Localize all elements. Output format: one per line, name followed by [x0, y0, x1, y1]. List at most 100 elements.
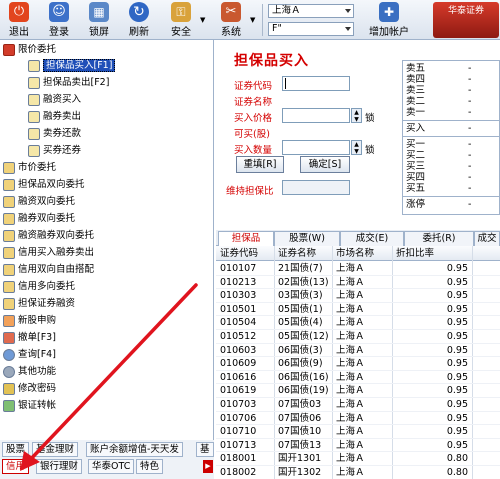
col-market[interactable]: 市场名称 — [336, 247, 374, 261]
cell-market: 上海Ａ — [336, 358, 365, 370]
col-ratio[interactable]: 折扣比率 — [396, 247, 434, 261]
system-button[interactable]: ✂ 系统 — [214, 2, 248, 38]
chevron-down-icon — [345, 9, 351, 13]
tab-featured[interactable]: 特色 — [136, 459, 164, 474]
price-lock[interactable]: 锁 — [365, 110, 375, 124]
lock-screen-button[interactable]: ▦ 锁屏 — [82, 2, 116, 38]
tree-label: 融券双向委托 — [18, 213, 76, 224]
table-row[interactable]: 010710 07国债10 上海Ａ 0.95 — [216, 425, 500, 439]
tree-cancel-order[interactable]: 撤单[F3] — [3, 330, 56, 346]
reset-button[interactable]: 重填[R] — [236, 156, 284, 173]
security-dropdown-icon[interactable]: ▼ — [200, 16, 205, 24]
tree-market-order[interactable]: 市价委托 — [3, 160, 56, 176]
table-row[interactable]: 010504 05国债(4) 上海Ａ 0.95 — [216, 316, 500, 330]
quote-sell1: 卖一 - — [406, 107, 498, 119]
table-row[interactable]: 010609 06国债(9) 上海Ａ 0.95 — [216, 357, 500, 371]
exit-button[interactable]: ⏻ 退出 — [2, 2, 36, 38]
tree-item-short-sell[interactable]: 融券卖出 — [28, 109, 81, 125]
tab-more[interactable]: 基 — [196, 442, 214, 457]
tree-collateral-dual[interactable]: 担保品双向委托 — [3, 177, 85, 193]
tree-query[interactable]: 查询[F4] — [3, 347, 56, 363]
tree-credit-buy-short[interactable]: 信用买入融券卖出 — [3, 245, 94, 261]
tree-credit-multi[interactable]: 信用多向委托 — [3, 279, 75, 295]
tree-bank-transfer[interactable]: 银证转帐 — [3, 398, 56, 414]
table-row[interactable]: 010303 03国债(3) 上海Ａ 0.95 — [216, 289, 500, 303]
table-row[interactable]: 010501 05国债(1) 上海Ａ 0.95 — [216, 303, 500, 317]
tree-collateral-finance[interactable]: 担保证券融资 — [3, 296, 75, 312]
buy-price-input[interactable] — [282, 108, 350, 123]
cell-code: 010603 — [220, 344, 257, 356]
add-account-button[interactable]: ✚ 增加帐户 — [366, 2, 412, 38]
table-row[interactable]: 010512 05国债(12) 上海Ａ 0.95 — [216, 330, 500, 344]
login-button[interactable]: ☺ 登录 — [42, 2, 76, 38]
price-spinner[interactable]: ▲ ▼ — [351, 108, 362, 123]
tree-credit-free-combo[interactable]: 信用双向自由搭配 — [3, 262, 94, 278]
cell-ratio: 0.95 — [446, 290, 468, 302]
login-label: 登录 — [49, 27, 69, 38]
table-row[interactable]: 010107 21国债(7) 上海Ａ 0.95 — [216, 262, 500, 276]
quote-label: 买二 — [406, 150, 426, 161]
security-button[interactable]: ⚿ 安全 — [164, 2, 198, 38]
scroll-right-icon[interactable]: ▶ — [203, 460, 213, 473]
tree-item-buy-return[interactable]: 买券还券 — [28, 143, 81, 159]
tab-fund[interactable]: 基金理财 — [32, 442, 79, 457]
tree-ipo-subscribe[interactable]: 新股申购 — [3, 313, 56, 329]
market-select[interactable]: 上海Ａ — [268, 4, 354, 18]
tree-group-limit-order[interactable]: 限价委托 — [3, 42, 56, 58]
tab-stock[interactable]: 股票 — [2, 442, 30, 457]
refresh-button[interactable]: ↻ 刷新 — [122, 2, 156, 38]
table-row[interactable]: 010603 06国债(3) 上海Ａ 0.95 — [216, 344, 500, 358]
security-code-input[interactable] — [282, 76, 350, 91]
confirm-button[interactable]: 确定[S] — [300, 156, 350, 173]
tab-bank-wealth[interactable]: 银行理财 — [36, 459, 83, 474]
table-row[interactable]: 010616 06国债(16) 上海Ａ 0.95 — [216, 371, 500, 385]
tree-margin-short-dual[interactable]: 融资融券双向委托 — [3, 228, 94, 244]
market-select-value: 上海Ａ — [272, 5, 301, 16]
quantity-lock[interactable]: 锁 — [365, 142, 375, 156]
tree-item-sell-repay[interactable]: 卖券还款 — [28, 126, 81, 142]
tab-collateral[interactable]: 担保品 — [218, 231, 274, 246]
cell-name: 06国债(19) — [278, 385, 329, 397]
tab-stocks[interactable]: 股票(W) — [274, 231, 340, 246]
folder-icon — [3, 43, 15, 56]
users-icon: ☺ — [49, 2, 69, 22]
table-row[interactable]: 018001 国开1301 上海Ａ 0.80 — [216, 452, 500, 466]
function-tree: 限价委托 担保品买入[F1] 担保品卖出[F2] 融资买入 融券卖出 卖券还款 … — [0, 40, 214, 440]
quote-label: 买四 — [406, 172, 426, 183]
buy-quantity-input[interactable] — [282, 140, 350, 155]
col-name[interactable]: 证券名称 — [278, 247, 316, 261]
table-row[interactable]: 018002 国开1302 上海Ａ 0.80 — [216, 466, 500, 479]
tab-balance[interactable]: 账户余额增值-天天发 — [86, 442, 183, 457]
col-code[interactable]: 证券代码 — [220, 247, 258, 261]
refresh-label: 刷新 — [129, 27, 149, 38]
quantity-label: 买入数量 — [234, 145, 273, 156]
account-select[interactable]: F" — [268, 22, 354, 36]
table-row[interactable]: 010703 07国债03 上海Ａ 0.95 — [216, 398, 500, 412]
cell-name: 国开1301 — [278, 453, 322, 465]
cell-name: 07国债03 — [278, 399, 322, 410]
cell-market: 上海Ａ — [336, 276, 365, 288]
tree-item-margin-buy[interactable]: 融资买入 — [28, 92, 81, 108]
tab-trades[interactable]: 成交(E) — [340, 231, 404, 246]
tree-change-password[interactable]: 修改密码 — [3, 381, 56, 397]
table-row[interactable]: 010619 06国债(19) 上海Ａ 0.95 — [216, 384, 500, 398]
table-row[interactable]: 010713 07国债13 上海Ａ 0.95 — [216, 439, 500, 453]
tree-other-functions[interactable]: 其他功能 — [3, 364, 56, 380]
tree-item-collateral-buy[interactable]: 担保品买入[F1] — [28, 58, 116, 74]
cell-ratio: 0.95 — [446, 371, 468, 383]
system-dropdown-icon[interactable]: ▼ — [250, 16, 255, 24]
result-tabs: 担保品 股票(W) 成交(E) 委托(R) 成交 — [216, 230, 500, 246]
tab-credit[interactable]: 信用 — [2, 459, 30, 474]
tree-margin-dual[interactable]: 融资双向委托 — [3, 194, 75, 210]
quantity-spinner[interactable]: ▲ ▼ — [351, 140, 362, 155]
toolbar-divider — [262, 4, 263, 36]
cell-name: 06国债(16) — [278, 371, 329, 383]
table-row[interactable]: 010706 07国债06 上海Ａ 0.95 — [216, 412, 500, 426]
order-icon — [3, 263, 15, 276]
tab-more-trades[interactable]: 成交 — [474, 231, 500, 246]
table-row[interactable]: 010213 02国债(13) 上海Ａ 0.95 — [216, 276, 500, 290]
tree-short-dual[interactable]: 融券双向委托 — [3, 211, 75, 227]
tree-item-collateral-sell[interactable]: 担保品卖出[F2] — [28, 75, 109, 91]
tab-orders[interactable]: 委托(R) — [404, 231, 474, 246]
tab-otc[interactable]: 华泰OTC — [88, 459, 135, 474]
